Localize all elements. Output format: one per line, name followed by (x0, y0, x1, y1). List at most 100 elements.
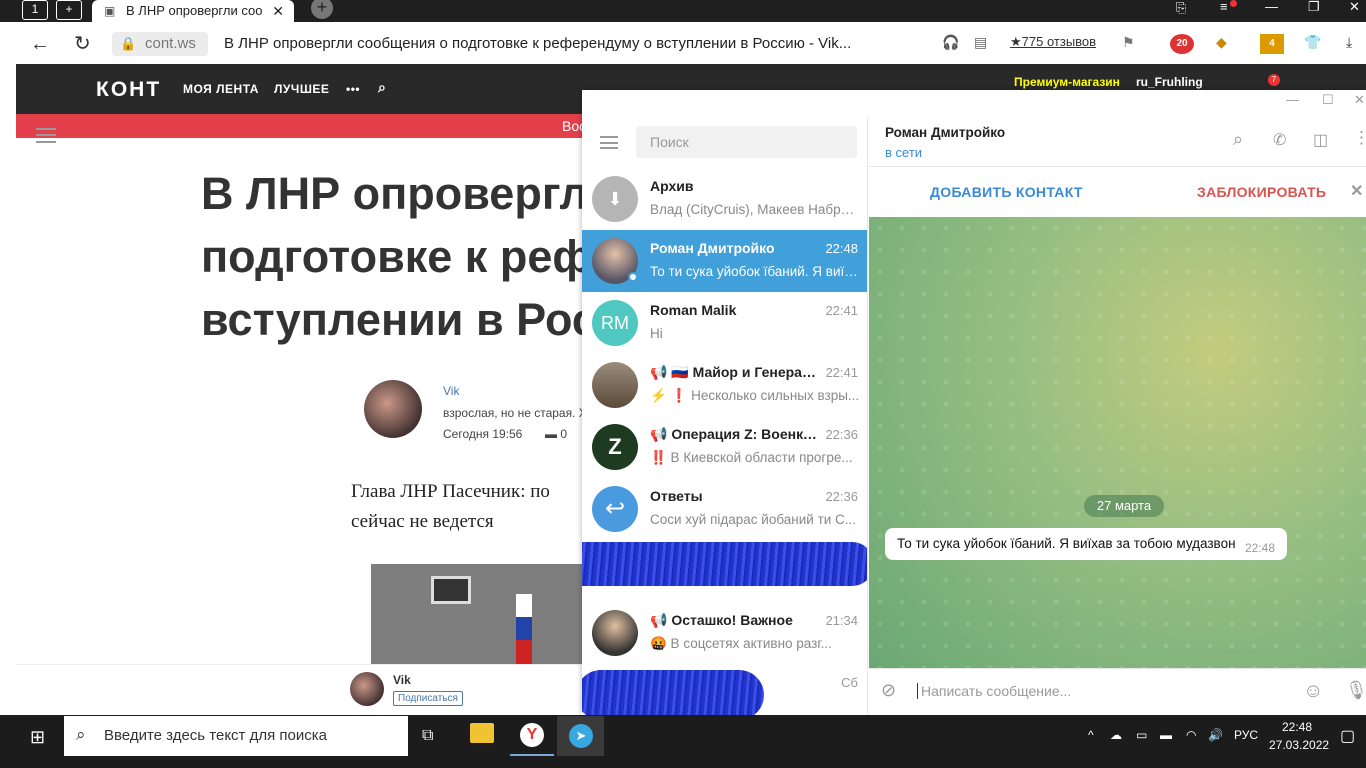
back-icon[interactable]: ← (30, 34, 50, 54)
date-divider: 27 марта (1084, 495, 1164, 517)
microphone-icon[interactable]: 🎙 (1345, 680, 1366, 701)
language-indicator[interactable]: РУС (1234, 728, 1258, 742)
hamburger-icon[interactable] (36, 128, 56, 143)
add-contact-button[interactable]: ДОБАВИТЬ КОНТАКТ (930, 184, 1083, 200)
url-host-text: cont.ws (145, 35, 196, 52)
emoji-icon[interactable]: ☺ (1303, 680, 1323, 703)
footer-author-name[interactable]: Vik (393, 673, 411, 687)
battery-icon[interactable]: ▭ (1136, 728, 1147, 742)
downloads-icon[interactable]: ⤓ (1346, 34, 1352, 51)
lock-icon: 🔒 (120, 36, 137, 51)
headphones-icon[interactable]: 🎧 (942, 34, 959, 51)
chat-archive[interactable]: ⬇ Архив Влад (CityCruis), Макеев Набрат.… (582, 168, 867, 230)
reader-mode-icon[interactable]: ▤ (974, 34, 987, 51)
yandex-browser-icon[interactable]: Y (520, 723, 544, 747)
chat-major-general[interactable]: 📢 🇷🇺 Майор и Генерал ... 22:41 ⚡ ❗ Неско… (582, 354, 867, 416)
volume-icon[interactable]: 🔊 (1208, 728, 1223, 742)
browser-tab-active[interactable]: ▣ В ЛНР опровергли соо ✕ (92, 0, 294, 22)
tg-close-icon[interactable]: ✕ (1354, 92, 1365, 108)
file-explorer-icon[interactable] (470, 723, 494, 743)
lead-line-2: сейчас не ведется (351, 511, 494, 532)
premium-shop-link[interactable]: Премиум-магазин (1014, 75, 1120, 89)
ext-shirt-icon[interactable]: 👕 (1304, 34, 1321, 51)
menu-dot-icon (1230, 0, 1237, 7)
chat-preview: ‼️ В Киевской области прогре... (650, 450, 853, 465)
tg-maximize-icon[interactable]: ☐ (1322, 92, 1334, 108)
chat-name: Роман Дмитройко (650, 240, 775, 256)
nav-my-feed[interactable]: МОЯ ЛЕНТА (183, 82, 259, 96)
chat-roman-malik[interactable]: RM Roman Malik 22:41 Hi (582, 292, 867, 354)
footer-author-avatar[interactable] (350, 672, 384, 706)
chat-name: Ответы (650, 488, 703, 504)
chat-preview: Hi (650, 326, 663, 341)
bookmark-icon[interactable]: ⎘ (1176, 1, 1186, 15)
block-button[interactable]: ЗАБЛОКИРОВАТЬ (1197, 184, 1326, 200)
clock-date[interactable]: 27.03.2022 (1269, 738, 1329, 752)
task-view-icon[interactable]: ⧉ (422, 727, 433, 745)
close-bar-icon[interactable]: ✕ (1350, 181, 1364, 201)
url-host[interactable]: 🔒 cont.ws (112, 32, 208, 56)
chat-ostashko[interactable]: 📢 Осташко! Важное 21:34 🤬 В соцсетях акт… (582, 602, 867, 664)
chat-wallpaper (869, 217, 1366, 668)
reviews-link[interactable]: ★775 отзывов (1010, 34, 1096, 50)
chat-search-input[interactable]: Поиск (636, 126, 857, 158)
notifications-icon[interactable]: ▢ (1340, 726, 1355, 746)
site-footer-bar (16, 664, 582, 715)
author-name[interactable]: Vik (443, 384, 459, 398)
chat-roman-dmitroiko[interactable]: Роман Дмитройко 22:48 То ти сука уйобок … (582, 230, 867, 292)
article-lead: Глава ЛНР Пасечник: по сейчас не ведется (351, 477, 550, 537)
onedrive-icon[interactable]: ☁ (1110, 728, 1122, 742)
chat-replies[interactable]: ↩ Ответы 22:36 Соси хуй підарас йобаний … (582, 478, 867, 540)
author-avatar[interactable] (364, 380, 422, 438)
windows-start-icon[interactable]: ⊞ (30, 727, 45, 748)
ext-badge-4-icon[interactable]: 4 (1260, 34, 1284, 54)
subscribe-button[interactable]: Подписаться (393, 691, 463, 706)
chat-operation-z[interactable]: Z 📢 Операция Z: Военкор... 22:36 ‼️ В Ки… (582, 416, 867, 478)
close-window-icon[interactable]: ✕ (1349, 0, 1360, 14)
taskbar-search-input[interactable]: Введите здесь текст для поиска (64, 716, 408, 756)
ext-owl-icon[interactable]: ◆ (1216, 34, 1227, 51)
phone-icon[interactable]: ✆ (1273, 130, 1286, 150)
search-icon[interactable]: ⌕ (378, 79, 386, 96)
bookmark-flag-icon[interactable]: ⚑ (1122, 34, 1135, 51)
ext-badge-20-icon[interactable]: 20 (1170, 34, 1194, 54)
tab-title: В ЛНР опровергли соо (126, 3, 263, 18)
comments-count[interactable]: ▬ 0 (545, 427, 567, 441)
incoming-message[interactable]: То ти сука уйобок їбаний. Я виїхав за то… (885, 528, 1287, 560)
telegram-titlebar: — ☐ ✕ (582, 90, 1366, 117)
taskbar-search-icon: ⌕ (76, 725, 86, 744)
chat-name: Архив (650, 178, 694, 194)
minimize-icon[interactable]: — (1265, 0, 1278, 14)
username-link[interactable]: ru_Fruhling (1136, 75, 1203, 89)
restore-icon[interactable]: ❐ (1308, 0, 1320, 14)
sidebar-toggle-icon[interactable]: ◫ (1313, 130, 1328, 150)
nav-more[interactable]: ••• (346, 82, 360, 96)
site-logo[interactable]: КОНТ (96, 78, 161, 102)
menu-icon[interactable]: ≡ (1220, 0, 1228, 14)
tray-arrow-icon[interactable]: ^ (1088, 728, 1094, 742)
chat-header-name[interactable]: Роман Дмитройко (885, 125, 1005, 140)
tab-switcher-button[interactable]: 1 (22, 0, 48, 20)
search-icon[interactable]: ⌕ (1233, 129, 1243, 150)
chat-preview: Влад (CityCruis), Макеев Набрат... (650, 202, 860, 217)
chat-name: 📢 🇷🇺 Майор и Генерал ... (650, 364, 820, 380)
chat-header: Роман Дмитройко в сети ⌕ ✆ ◫ ⋮ (869, 117, 1366, 167)
message-text: То ти сука уйобок їбаний. Я виїхав за то… (897, 536, 1236, 551)
network-icon[interactable]: ▬ (1160, 728, 1172, 742)
page-title[interactable]: В ЛНР опровергли сообщения о подготовке … (224, 35, 851, 52)
reload-icon[interactable]: ↻ (74, 34, 91, 54)
new-window-button[interactable]: + (56, 0, 82, 20)
wifi-icon[interactable]: ◠ (1186, 728, 1196, 742)
telegram-icon: ➤ (569, 724, 593, 748)
attach-icon[interactable]: ⊘ (881, 680, 896, 701)
chat-time: 22:36 (825, 489, 858, 504)
redaction-scribble (582, 542, 867, 586)
clock-time[interactable]: 22:48 (1282, 720, 1312, 734)
tg-minimize-icon[interactable]: — (1286, 92, 1299, 107)
nav-best[interactable]: ЛУЧШЕЕ (274, 82, 329, 96)
close-tab-icon[interactable]: ✕ (272, 0, 284, 22)
redaction-scribble-2 (582, 670, 764, 715)
tg-menu-icon[interactable] (600, 136, 618, 149)
more-options-icon[interactable]: ⋮ (1353, 128, 1366, 148)
message-input[interactable]: Написать сообщение... (917, 683, 1071, 699)
